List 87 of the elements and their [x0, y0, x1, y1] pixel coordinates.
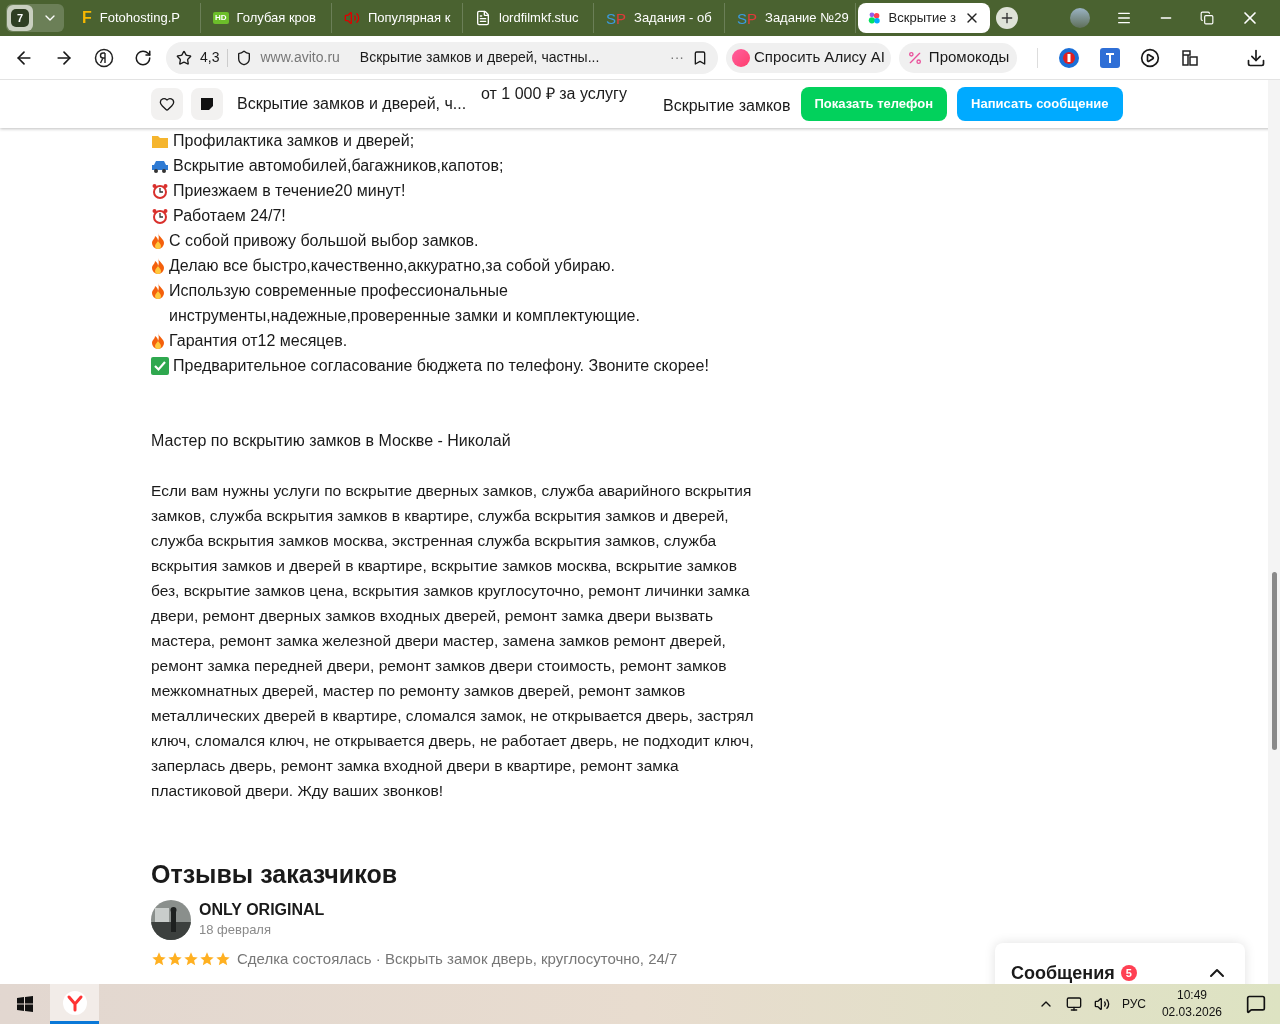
url-domain: www.avito.ru [260, 48, 340, 67]
browser-taskbar-button[interactable] [50, 984, 99, 1024]
volume-icon[interactable] [1093, 996, 1110, 1012]
description-line: Работаем 24/7! [173, 206, 286, 226]
tab-favicon-icon: HD [213, 12, 229, 24]
more-button[interactable]: ··· [670, 47, 684, 68]
note-icon [201, 98, 213, 110]
percent-icon [906, 49, 923, 66]
clock-date: 02.03.2026 [1161, 1004, 1222, 1021]
network-icon[interactable] [1065, 996, 1082, 1012]
browser-tab[interactable]: lordfilmkf.stuc [465, 3, 594, 33]
description-line: Использую современные профессиональные инструменты,надежные,проверенные замки и комплектующие. [169, 281, 641, 326]
description-line: Приезжаем в течение20 минут! [173, 181, 406, 201]
star-icon[interactable] [176, 49, 192, 66]
fire-icon [151, 332, 165, 349]
fire-icon [151, 282, 165, 299]
tab-counter[interactable]: 7 [7, 5, 33, 31]
new-tab-button[interactable] [996, 7, 1018, 29]
address-bar[interactable]: 4,3 www.avito.ru Вскрытие замков и дверей, частны... ··· [166, 41, 718, 74]
reviews-heading: Отзывы заказчиков [151, 859, 399, 890]
play-icon[interactable] [1140, 47, 1161, 68]
fire-icon [151, 257, 165, 274]
document-icon [475, 10, 491, 26]
price: от 1 000 ₽ за услугу [481, 84, 628, 104]
description-paragraph: Если вам нужны услуги по вскрытие дверных замков, служба аварийного вскрытия замков, служба вскрытия замков в квартире, служба вскрытия замков и дверей, служба вскрытия замков москва, экстренная служба вскрытия замков, служба вскрытия замков и дверей в квартире, вскрытие замков москва, вскрытие замков без, вскрытие замков цена, вскрытия замков круглосуточно, ремонт личинки замка двери, ремонт дверных замков входных дверей, ремонт замка двери вызвать мастера, ремонт замка железной двери мастер, замена замков ремонт дверей, ремонт замка передней двери, ремонт замков двери стоимость, ремонт замков межкомнатных дверей, мастер по ремонту замков дверей, ремонт замков металлических дверей в квартире, сломался замок, не открывается дверь, застрял ключ, сломался ключ, не открывается дверь, не работает дверь, не подходит ключ, заперлась дверь, ремонт замка входной двери в квартире, ремонт замка пластиковой двери. Жду ваших звонков! [151, 481, 755, 801]
page-title: Вскрытие замков и дверей, частны... [359, 48, 600, 67]
windows-logo-icon [17, 996, 33, 1012]
tab-title: Fotohosting.P [99, 9, 180, 28]
description-line: Гарантия от12 месяцев. [169, 331, 348, 351]
listing-title: Вскрытие замков и дверей, ч... [237, 94, 468, 114]
menu-icon[interactable] [1116, 10, 1132, 26]
alice-icon [732, 48, 750, 67]
promo-button[interactable]: Промокоды [898, 42, 1018, 73]
browser-tab[interactable]: Вскрытие з [858, 3, 990, 33]
tab-title: Задания - об [634, 9, 712, 28]
review-summary: Сделка состоялась · Вскрыть замок дверь, круглосуточно, 24/7 [237, 949, 678, 969]
favorite-button[interactable] [151, 88, 183, 120]
description-line: Вскрытие автомобилей,багажников,капотов; [173, 156, 504, 176]
review-date: 18 февраля [199, 921, 272, 939]
speaker-icon [344, 10, 360, 26]
tab-title: lordfilmkf.stuc [499, 9, 579, 28]
download-icon[interactable] [1246, 47, 1266, 68]
clock-time: 10:49 [1176, 987, 1207, 1004]
description-line: Предварительное согласование бюджета по телефону. Звоните скорее! [173, 356, 709, 376]
shield-icon[interactable] [236, 49, 253, 66]
browser-tab[interactable]: HD Голубая кров [203, 3, 332, 33]
alice-button[interactable]: Спросить Алису AI [726, 42, 891, 73]
notifications-icon[interactable] [1246, 994, 1266, 1014]
note-button[interactable] [191, 88, 223, 120]
tab-title: Вскрытие з [888, 9, 956, 28]
messages-panel[interactable]: Сообщения 5 [995, 943, 1245, 984]
tab-group-button[interactable]: 7 [6, 4, 64, 32]
fire-icon [151, 232, 165, 249]
plus-icon [999, 10, 1015, 26]
messages-title: Сообщения [1011, 961, 1115, 984]
tab-favicon-icon: SP [606, 10, 627, 26]
tab-title: Популярная к [368, 9, 451, 28]
tab-favicon-icon: SP [737, 10, 758, 26]
restore-icon[interactable] [1200, 11, 1214, 25]
heart-icon [159, 96, 175, 112]
tab-title: Голубая кров [236, 9, 316, 28]
tab-favicon-icon: F [82, 10, 92, 26]
master-line: Мастер по вскрытию замков в Москве - Николай [151, 431, 512, 451]
site-rating: 4,3 [200, 48, 220, 67]
alarm-clock-icon [151, 182, 169, 199]
tab-title: Задание №29 [765, 9, 849, 28]
browser-logo-icon [62, 990, 87, 1015]
browser-tab[interactable]: SP Задания - об [596, 3, 725, 33]
browser-tab[interactable]: SP Задание №29 [727, 3, 856, 33]
browser-tab[interactable]: Популярная к [334, 3, 463, 33]
scrollbar[interactable] [1268, 80, 1280, 984]
colored-dots-icon [868, 10, 881, 26]
reviewer-name: ONLY ORIGINAL [199, 900, 325, 920]
browser-tab[interactable]: F Fotohosting.P [72, 3, 201, 33]
bookmark-icon[interactable] [692, 49, 708, 66]
unread-count: 5 [1120, 965, 1137, 981]
description-line: С собой привожу большой выбор замков. [169, 231, 479, 251]
description-line: Делаю все быстро,качественно,аккуратно,за собой убираю. [169, 256, 616, 276]
reload-icon[interactable] [134, 48, 152, 67]
check-mark-icon [151, 356, 169, 375]
description-line: Профилактика замков и дверей; [173, 131, 415, 151]
alarm-clock-icon [151, 207, 169, 224]
profile-avatar[interactable] [1070, 8, 1090, 28]
yandex-logo-icon[interactable] [94, 47, 114, 68]
language-indicator[interactable]: РУС [1121, 995, 1146, 1013]
category-label: Вскрытие замков [663, 96, 791, 116]
translate-extension-icon[interactable] [1100, 47, 1121, 68]
